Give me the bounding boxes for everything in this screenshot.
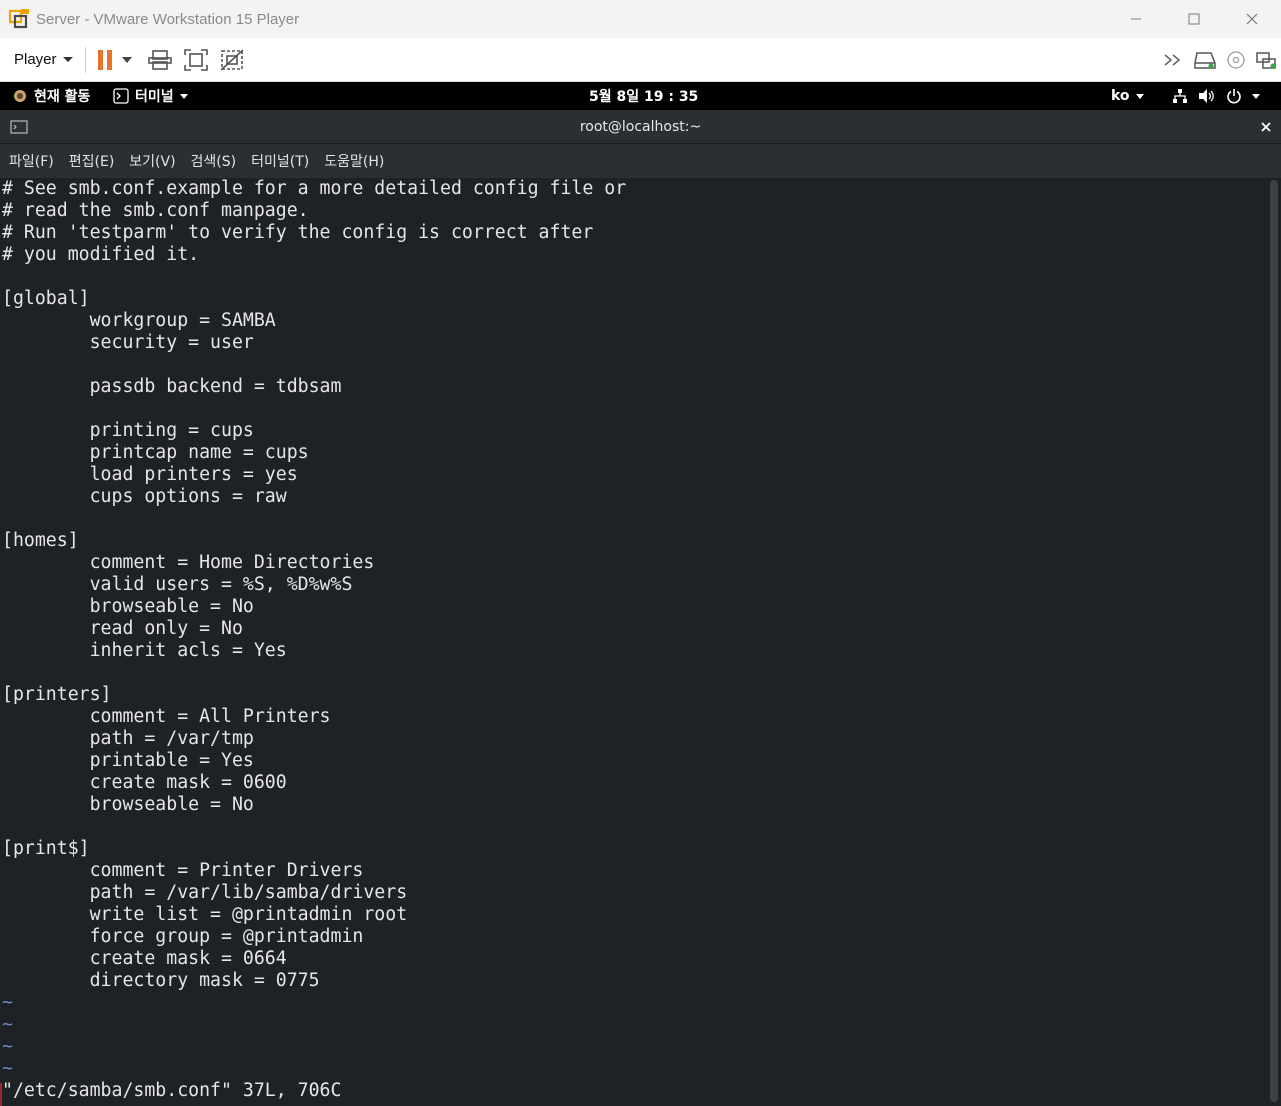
- vmware-toolbar: Player: [0, 38, 1281, 82]
- app-menu-label: 터미널: [135, 89, 174, 105]
- terminal-line: comment = All Printers: [2, 706, 331, 727]
- terminal-line: printcap name = cups: [2, 442, 309, 463]
- send-ctrl-alt-del-button[interactable]: [147, 45, 172, 75]
- window-titlebar: Server - VMware Workstation 15 Player: [0, 0, 1281, 38]
- terminal-line: printable = Yes: [2, 750, 254, 771]
- terminal-line: [print$]: [2, 838, 90, 859]
- empty-line-tilde: ~: [2, 1036, 13, 1057]
- hdd-icon: [1194, 52, 1216, 69]
- terminal-line: force group = @printadmin: [2, 926, 364, 947]
- terminal-close-button[interactable]: [1261, 118, 1271, 136]
- pause-icon: [97, 49, 112, 70]
- vmware-logo-icon: [9, 9, 29, 29]
- menu-file[interactable]: 파일(F): [9, 151, 54, 171]
- network-wired-icon: [1173, 89, 1187, 103]
- terminal-line: inherit acls = Yes: [2, 640, 287, 661]
- menu-view[interactable]: 보기(V): [129, 151, 175, 171]
- cd-icon: [1227, 51, 1245, 69]
- gnome-top-bar: 현재 활동 터미널 5월 8일 19 : 35 ko: [0, 82, 1281, 110]
- terminal-line: path = /var/lib/samba/drivers: [2, 882, 408, 903]
- terminal-line: # Run 'testparm' to verify the config is…: [2, 222, 594, 243]
- empty-line-tilde: ~: [2, 1058, 13, 1079]
- terminal-line: write list = @printadmin root: [2, 904, 408, 925]
- terminal-line: valid users = %S, %D%w%S: [2, 574, 353, 595]
- pause-dropdown-button[interactable]: [121, 45, 132, 75]
- terminal-line: path = /var/tmp: [2, 728, 254, 749]
- terminal-line: comment = Printer Drivers: [2, 860, 364, 881]
- activities-button[interactable]: 현재 활동: [12, 82, 90, 110]
- chevron-down-icon: [1252, 93, 1260, 99]
- input-language-label: ko: [1111, 88, 1130, 104]
- terminal-line: # you modified it.: [2, 244, 200, 265]
- close-button[interactable]: [1223, 0, 1281, 38]
- terminal-line: create mask = 0600: [2, 772, 287, 793]
- terminal-icon: [113, 88, 129, 104]
- app-menu[interactable]: 터미널: [113, 82, 188, 110]
- terminal-line: load printers = yes: [2, 464, 298, 485]
- terminal-line: printing = cups: [2, 420, 254, 441]
- terminal-line: cups options = raw: [2, 486, 287, 507]
- volume-icon: [1199, 89, 1214, 103]
- activities-label: 현재 활동: [34, 89, 91, 105]
- input-language-menu[interactable]: ko: [1111, 82, 1144, 110]
- terminal-line: passdb backend = tdbsam: [2, 376, 342, 397]
- hdd-device-button[interactable]: [1193, 45, 1217, 75]
- menu-help[interactable]: 도움말(H): [324, 151, 384, 171]
- terminal-line: create mask = 0664: [2, 948, 287, 969]
- terminal-headerbar: root@localhost:~: [0, 110, 1281, 144]
- chevron-down-icon: [179, 93, 188, 99]
- forward-button[interactable]: [1163, 45, 1185, 75]
- vim-status-line: "/etc/samba/smb.conf" 37L, 706C: [2, 1080, 342, 1101]
- terminal-content[interactable]: # See smb.conf.example for a more detail…: [0, 178, 1268, 1106]
- network-device-button[interactable]: [1255, 45, 1277, 75]
- maximize-button[interactable]: [1165, 0, 1223, 38]
- terminal-line: security = user: [2, 332, 254, 353]
- close-icon: [1246, 13, 1258, 25]
- terminal-line: browseable = No: [2, 794, 254, 815]
- chevron-down-icon: [62, 57, 73, 62]
- menu-search[interactable]: 검색(S): [191, 151, 237, 171]
- terminal-line: [printers]: [2, 684, 112, 705]
- chevron-down-icon: [1135, 93, 1144, 99]
- dropdown-icon: [121, 56, 132, 63]
- terminal-line: browseable = No: [2, 596, 254, 617]
- fullscreen-button[interactable]: [183, 45, 208, 75]
- terminal-line: read only = No: [2, 618, 243, 639]
- terminal-line: # See smb.conf.example for a more detail…: [2, 178, 627, 199]
- terminal-line: [homes]: [2, 530, 79, 551]
- clock[interactable]: 5월 8일 19 : 35: [589, 82, 698, 110]
- terminal-line: comment = Home Directories: [2, 552, 375, 573]
- terminal-line: workgroup = SAMBA: [2, 310, 276, 331]
- network-icon: [1256, 52, 1276, 69]
- terminal-scrollbar[interactable]: [1270, 180, 1278, 1102]
- unity-icon: [219, 48, 244, 71]
- close-icon: [1261, 122, 1271, 132]
- send-ctrl-alt-del-icon: [147, 49, 172, 70]
- terminal-menubar: 파일(F) 편집(E) 보기(V) 검색(S) 터미널(T) 도움말(H): [0, 144, 1281, 178]
- terminal-line: directory mask = 0775: [2, 970, 320, 991]
- menu-terminal[interactable]: 터미널(T): [251, 151, 309, 171]
- minimize-icon: [1131, 18, 1141, 20]
- empty-line-tilde: ~: [2, 992, 13, 1013]
- minimize-button[interactable]: [1107, 0, 1165, 38]
- cd-device-button[interactable]: [1225, 45, 1247, 75]
- activities-icon: [14, 90, 26, 102]
- player-menu-label: Player: [14, 51, 57, 68]
- system-menu[interactable]: [1172, 82, 1260, 110]
- maximize-icon: [1188, 13, 1200, 25]
- menu-edit[interactable]: 편집(E): [69, 151, 115, 171]
- power-icon: [1227, 89, 1241, 104]
- terminal-title: root@localhost:~: [579, 119, 702, 135]
- toolbar-divider: [84, 46, 86, 73]
- fullscreen-icon: [183, 48, 208, 71]
- forward-icon: [1164, 54, 1181, 66]
- unity-button[interactable]: [219, 45, 244, 75]
- pause-button[interactable]: [96, 45, 116, 75]
- empty-line-tilde: ~: [2, 1014, 13, 1035]
- player-menu[interactable]: Player: [14, 45, 73, 75]
- terminal-line: [global]: [2, 288, 90, 309]
- window-title: Server - VMware Workstation 15 Player: [36, 10, 300, 28]
- terminal-line: # read the smb.conf manpage.: [2, 200, 309, 221]
